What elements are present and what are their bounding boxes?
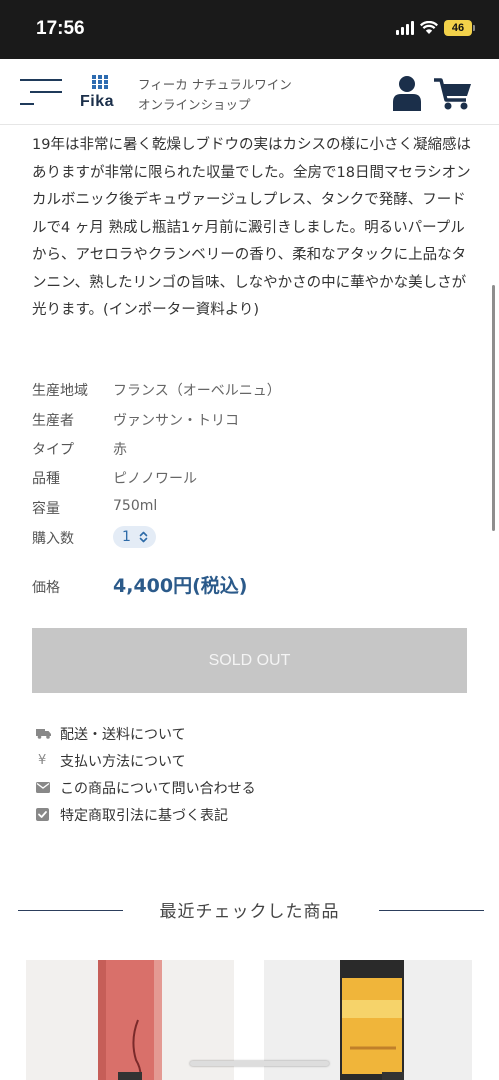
- spec-label: 生産地域: [32, 383, 88, 399]
- home-indicator[interactable]: [190, 1061, 329, 1066]
- spec-row-type: タイプ 赤: [32, 439, 452, 459]
- spec-row-producer: 生産者 ヴァンサン・トリコ: [32, 410, 452, 430]
- status-time: 17:56: [36, 18, 85, 39]
- spec-value: ピノノワール: [113, 471, 197, 487]
- chevron-updown-icon: [139, 531, 148, 543]
- spec-value: 赤: [113, 442, 127, 458]
- yen-icon: ¥: [38, 753, 47, 768]
- battery-icon: 46: [444, 20, 475, 36]
- mail-icon: [36, 782, 50, 793]
- sold-out-button[interactable]: SOLD OUT: [32, 628, 467, 693]
- spec-value: ヴァンサン・トリコ: [113, 413, 239, 429]
- tagline-line2: オンラインショップ: [138, 97, 251, 112]
- spec-value: フランス（オーベルニュ）: [113, 383, 281, 399]
- wifi-icon: [420, 21, 438, 35]
- check-icon: [36, 808, 49, 821]
- quantity-label: 購入数: [32, 531, 74, 547]
- cart-icon[interactable]: [433, 77, 473, 111]
- product-description: 19年は非常に暑く乾燥しブドウの実はカシスの様に小さく凝縮感はありますが非常に限…: [32, 137, 471, 318]
- site-header: Fika フィーカ ナチュラルワイン オンラインショップ: [0, 59, 499, 125]
- info-links: 配送・送料について ¥ 支払い方法について この商品について問い合わせる 特定商…: [36, 720, 256, 828]
- spec-label: 品種: [32, 471, 60, 487]
- link-contact[interactable]: この商品について問い合わせる: [36, 774, 256, 801]
- site-tagline: フィーカ ナチュラルワイン オンラインショップ: [138, 75, 292, 115]
- divider-right: [379, 910, 484, 911]
- link-label: 配送・送料について: [60, 726, 186, 743]
- spec-label: 容量: [32, 501, 60, 517]
- battery-level: 46: [444, 20, 472, 36]
- price-value: 4,400円(税込): [113, 575, 248, 597]
- spec-value: 750ml: [113, 498, 158, 514]
- link-legal[interactable]: 特定商取引法に基づく表記: [36, 801, 256, 828]
- fika-logo[interactable]: Fika: [80, 73, 124, 113]
- spec-row-variety: 品種 ピノノワール: [32, 468, 452, 488]
- status-bar: 17:56 46: [0, 0, 499, 59]
- price-label: 価格: [32, 580, 60, 596]
- status-icons: 46: [396, 20, 475, 36]
- price-row: 価格 4,400円(税込): [32, 571, 247, 598]
- spec-row-region: 生産地域 フランス（オーベルニュ）: [32, 380, 452, 400]
- truck-icon: [36, 729, 51, 739]
- spec-label: タイプ: [32, 442, 74, 458]
- link-label: 支払い方法について: [60, 753, 186, 770]
- scrollbar-thumb[interactable]: [492, 285, 495, 531]
- hamburger-menu-icon[interactable]: [20, 75, 62, 109]
- spec-label: 生産者: [32, 413, 74, 429]
- link-shipping[interactable]: 配送・送料について: [36, 720, 256, 747]
- account-icon[interactable]: [392, 75, 422, 111]
- spec-row-quantity: 購入数 1: [32, 526, 452, 548]
- quantity-select[interactable]: 1: [113, 526, 156, 548]
- logo-grid-icon: [92, 75, 108, 89]
- link-label: 特定商取引法に基づく表記: [60, 807, 228, 824]
- quantity-value: 1: [122, 529, 131, 545]
- spec-row-volume: 容量 750ml: [32, 498, 452, 518]
- cellular-signal-icon: [396, 21, 414, 35]
- logo-text: Fika: [80, 93, 115, 110]
- link-payment[interactable]: ¥ 支払い方法について: [36, 747, 256, 774]
- link-label: この商品について問い合わせる: [60, 780, 256, 797]
- tagline-line1: フィーカ ナチュラルワイン: [138, 77, 292, 92]
